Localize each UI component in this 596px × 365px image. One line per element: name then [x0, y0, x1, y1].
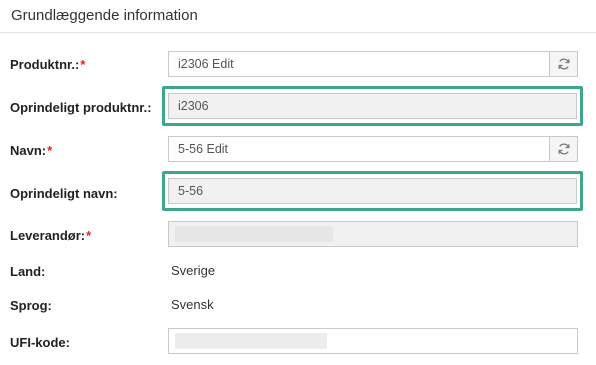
- land-label: Land:: [10, 264, 46, 279]
- oprindeligt-produktnr-value: i2306: [178, 99, 209, 113]
- oprindeligt-produktnr-label: Oprindeligt produktnr.:: [10, 100, 152, 115]
- redacted-value: [175, 333, 327, 349]
- refresh-icon: [558, 58, 569, 70]
- produktnr-refresh-button[interactable]: [549, 52, 577, 76]
- leverandor-label: Leverandør:*: [10, 228, 92, 243]
- navn-refresh-button[interactable]: [549, 137, 577, 161]
- produktnr-value: i2306 Edit: [178, 57, 234, 71]
- oprindeligt-produktnr-field: i2306: [168, 93, 577, 119]
- leverandor-field: [168, 221, 578, 247]
- redacted-value: [175, 226, 333, 242]
- navn-input[interactable]: 5-56 Edit: [168, 136, 578, 162]
- land-value: Sverige: [171, 263, 216, 278]
- refresh-icon: [558, 143, 569, 155]
- oprindeligt-navn-field: 5-56: [168, 178, 577, 204]
- sprog-label: Sprog:: [10, 298, 52, 313]
- navn-value: 5-56 Edit: [178, 142, 229, 156]
- oprindeligt-navn-value: 5-56: [178, 184, 204, 198]
- oprindeligt-navn-label: Oprindeligt navn:: [10, 186, 118, 201]
- required-marker: *: [86, 228, 92, 243]
- navn-label: Navn:*: [10, 143, 53, 158]
- required-marker: *: [80, 57, 86, 72]
- ufi-kode-label: UFI-kode:: [10, 335, 70, 350]
- section-title: Grundlæggende information: [11, 7, 198, 24]
- ufi-kode-input[interactable]: [168, 328, 578, 354]
- sprog-value: Svensk: [171, 297, 214, 312]
- section-header: Grundlæggende information: [0, 0, 596, 33]
- required-marker: *: [47, 143, 53, 158]
- produktnr-input[interactable]: i2306 Edit: [168, 51, 578, 77]
- produktnr-label: Produktnr.:*: [10, 57, 86, 72]
